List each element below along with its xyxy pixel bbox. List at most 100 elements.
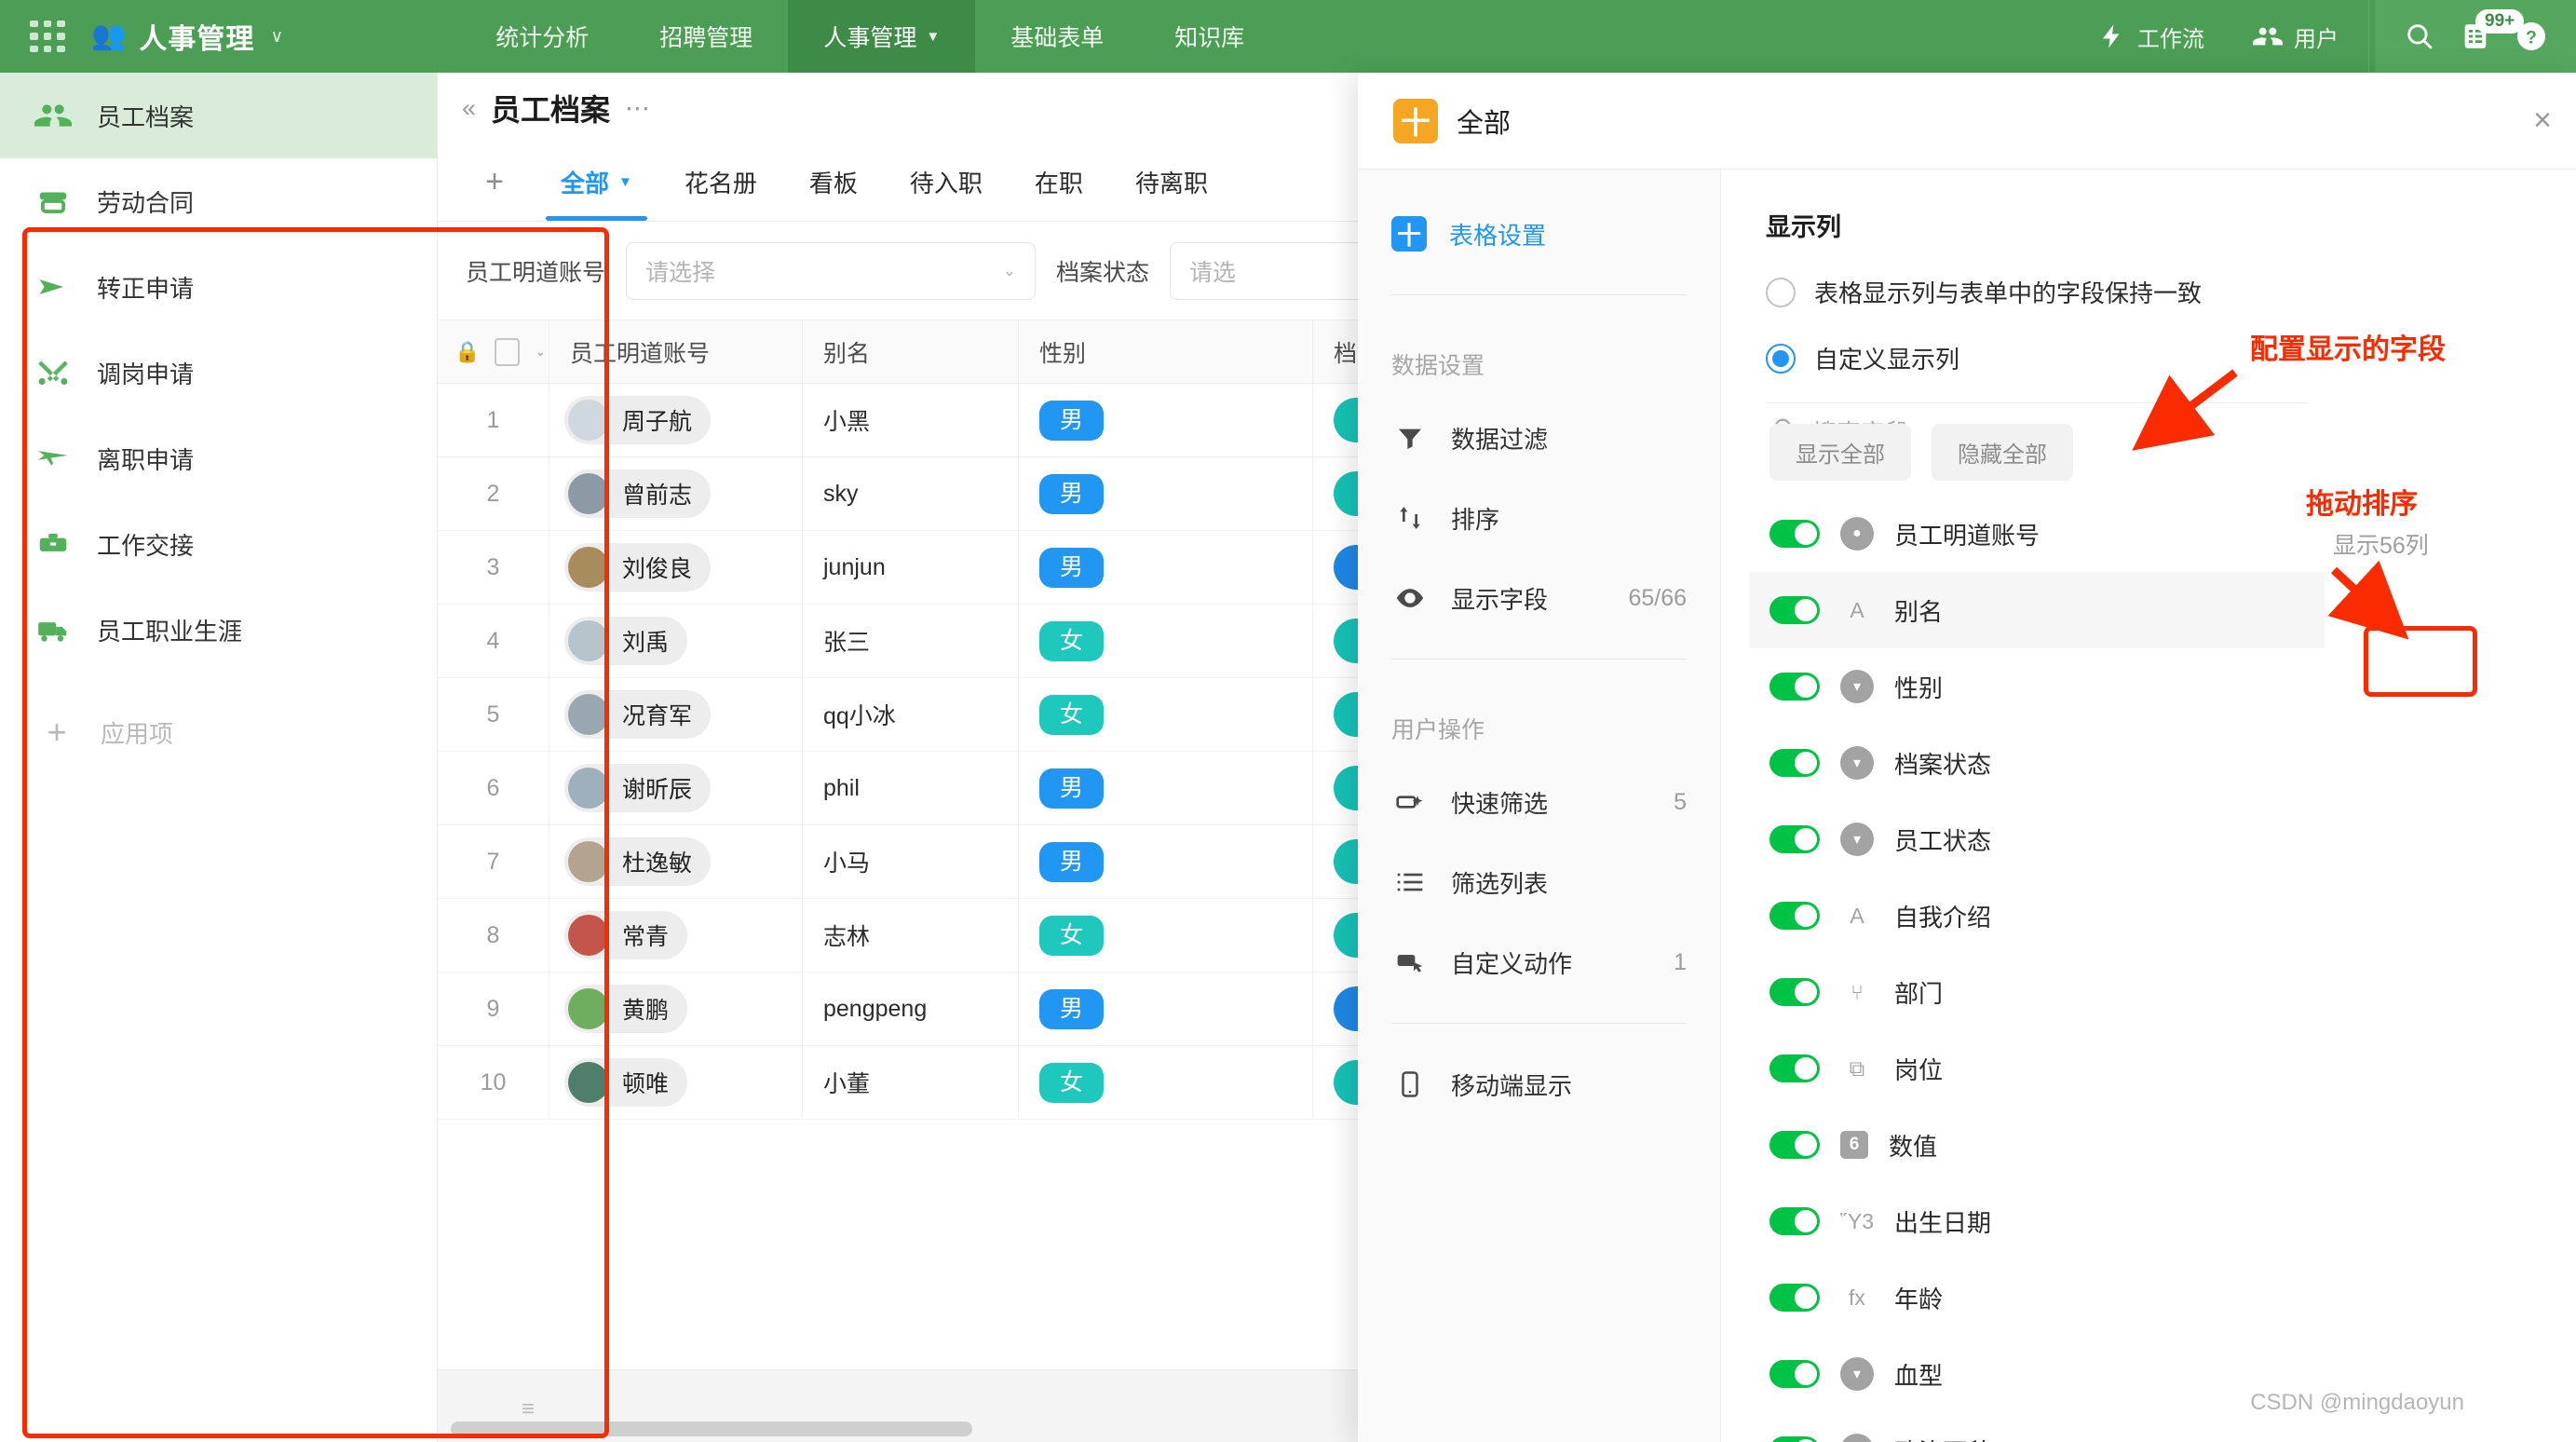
field-toggle[interactable]: [1769, 1054, 1820, 1082]
close-icon[interactable]: ×: [2533, 102, 2552, 139]
sidebar-item-transfer[interactable]: 调岗申请: [0, 330, 437, 415]
lock-icon[interactable]: 🔒: [454, 340, 480, 364]
panel-menu-mobile-display[interactable]: 移动端显示: [1358, 1044, 1720, 1124]
person-chip[interactable]: 刘俊良: [564, 543, 712, 592]
hide-all-button[interactable]: 隐藏全部: [1932, 424, 2073, 481]
nav-item-zhishi[interactable]: 知识库: [1139, 0, 1280, 73]
person-chip[interactable]: 黄鹏: [564, 985, 688, 1033]
field-toggle[interactable]: [1769, 978, 1820, 1006]
row-account[interactable]: 常青: [549, 898, 803, 973]
tab-pending-onboard[interactable]: 待入职: [884, 143, 1009, 221]
select-all-checkbox[interactable]: [495, 337, 521, 366]
row-account[interactable]: 刘俊良: [549, 530, 803, 605]
row-account[interactable]: 曾前志: [549, 456, 803, 531]
table-header-account[interactable]: 员工明道账号: [549, 320, 803, 384]
radio-button[interactable]: [1766, 277, 1796, 307]
table-header-alias[interactable]: 别名: [803, 320, 1019, 384]
field-list-item[interactable]: ▾ 档案状态: [1749, 725, 2325, 801]
row-account[interactable]: 杜逸敏: [549, 824, 803, 899]
field-list-item[interactable]: ▾ 政治面貌: [1749, 1412, 2325, 1442]
panel-menu-sort[interactable]: 排序: [1358, 478, 1720, 558]
user-button[interactable]: 用户: [2229, 20, 2363, 53]
more-options-icon[interactable]: ⋯: [625, 94, 652, 123]
tab-board[interactable]: 看板: [783, 143, 884, 221]
field-toggle[interactable]: [1769, 673, 1820, 701]
panel-menu-display-fields[interactable]: 显示字段 65/66: [1358, 558, 1720, 638]
field-list-item[interactable]: ▾ 血型: [1749, 1336, 2325, 1412]
radio-button-selected[interactable]: [1766, 343, 1796, 374]
panel-menu-data-filter[interactable]: 数据过滤: [1358, 398, 1720, 478]
filter-select-account[interactable]: 请选择 ⌄: [626, 241, 1037, 300]
row-account[interactable]: 谢昕辰: [549, 751, 803, 825]
row-index: 3: [438, 530, 549, 605]
field-toggle[interactable]: [1769, 1436, 1820, 1442]
show-all-button[interactable]: 显示全部: [1769, 424, 1911, 481]
sidebar-add-app-item[interactable]: + 应用项: [0, 689, 437, 775]
panel-menu-quick-filter[interactable]: 快速筛选 5: [1358, 762, 1720, 842]
field-toggle[interactable]: [1769, 749, 1820, 777]
field-list-item[interactable]: 6 数值: [1749, 1107, 2325, 1183]
sidebar-item-resignation[interactable]: 离职申请: [0, 415, 437, 501]
panel-menu-filter-list[interactable]: 筛选列表: [1358, 842, 1720, 922]
apps-grid-icon[interactable]: [22, 15, 73, 58]
field-list-item[interactable]: ▾ 员工状态: [1749, 801, 2325, 877]
briefcase-icon: [34, 524, 73, 564]
brand-selector[interactable]: 👥 人事管理 ∨: [82, 0, 292, 73]
sidebar-item-employee-records[interactable]: 员工档案: [0, 73, 437, 158]
field-toggle[interactable]: [1769, 1131, 1820, 1159]
tab-pending-leave[interactable]: 待离职: [1109, 143, 1234, 221]
person-chip[interactable]: 杜逸敏: [564, 837, 712, 886]
row-account[interactable]: 刘禹: [549, 604, 803, 678]
row-account[interactable]: 周子航: [549, 383, 803, 457]
add-view-button[interactable]: +: [454, 143, 535, 221]
field-toggle[interactable]: [1769, 596, 1820, 624]
person-chip[interactable]: 谢昕辰: [564, 764, 712, 812]
sidebar-item-labor-contract[interactable]: 劳动合同: [0, 158, 437, 244]
field-toggle[interactable]: [1769, 1207, 1820, 1235]
sidebar-item-regularization[interactable]: 转正申请: [0, 244, 437, 330]
field-list-item[interactable]: ⧉ 岗位: [1749, 1030, 2325, 1107]
field-list-item[interactable]: fx 年龄: [1749, 1259, 2325, 1336]
dropdown-icon: ▾: [1840, 746, 1874, 780]
panel-menu-custom-action[interactable]: 自定义动作 1: [1358, 922, 1720, 1002]
field-list-item[interactable]: ⑂ 部门: [1749, 954, 2325, 1030]
field-toggle[interactable]: [1769, 825, 1820, 853]
row-account[interactable]: 顿唯: [549, 1045, 803, 1120]
person-chip[interactable]: 刘禹: [564, 617, 688, 665]
field-toggle[interactable]: [1769, 520, 1820, 548]
chevron-down-icon[interactable]: ⌄: [535, 344, 546, 360]
radio-option-sync-form[interactable]: 表格显示列与表单中的字段保持一致: [1766, 275, 2531, 309]
collapse-left-icon[interactable]: «: [462, 94, 476, 123]
horizontal-scrollbar[interactable]: [451, 1422, 972, 1436]
person-chip[interactable]: 常青: [564, 911, 688, 959]
nav-item-zhaopin[interactable]: 招聘管理: [624, 0, 788, 73]
field-list-item[interactable]: ▾ 性别: [1749, 648, 2325, 725]
field-list-item[interactable]: A 自我介绍: [1749, 877, 2325, 954]
person-chip[interactable]: 况育军: [564, 690, 712, 739]
field-toggle[interactable]: [1769, 902, 1820, 930]
field-list-item[interactable]: Ὕ3 出生日期: [1749, 1183, 2325, 1259]
panel-menu-table-settings[interactable]: 十 表格设置: [1358, 194, 1720, 274]
nav-item-jichu[interactable]: 基础表单: [975, 0, 1139, 73]
tab-roster[interactable]: 花名册: [658, 143, 783, 221]
person-chip[interactable]: 周子航: [564, 396, 712, 444]
tab-employed[interactable]: 在职: [1009, 143, 1109, 221]
workflow-button[interactable]: 工作流: [2074, 20, 2229, 53]
person-chip[interactable]: 曾前志: [564, 469, 712, 518]
sidebar-item-career[interactable]: 员工职业生涯: [0, 587, 437, 673]
list-icon[interactable]: 99+: [2447, 0, 2525, 73]
field-toggle[interactable]: [1769, 1284, 1820, 1312]
field-list-item[interactable]: ● 员工明道账号: [1749, 496, 2325, 572]
row-account[interactable]: 况育军: [549, 677, 803, 752]
field-list-item[interactable]: A 别名: [1749, 572, 2325, 648]
help-icon[interactable]: ?: [2503, 0, 2559, 73]
table-header-gender[interactable]: 性别: [1019, 320, 1313, 384]
nav-item-tongji[interactable]: 统计分析: [460, 0, 624, 73]
field-toggle[interactable]: [1769, 1360, 1820, 1388]
person-chip[interactable]: 顿唯: [564, 1058, 688, 1107]
row-account[interactable]: 黄鹏: [549, 972, 803, 1046]
nav-item-renshi[interactable]: 人事管理 ▼: [788, 0, 976, 73]
search-icon[interactable]: [2392, 0, 2447, 73]
sidebar-item-handover[interactable]: 工作交接: [0, 501, 437, 587]
tab-all[interactable]: 全部 ▼: [535, 143, 658, 221]
